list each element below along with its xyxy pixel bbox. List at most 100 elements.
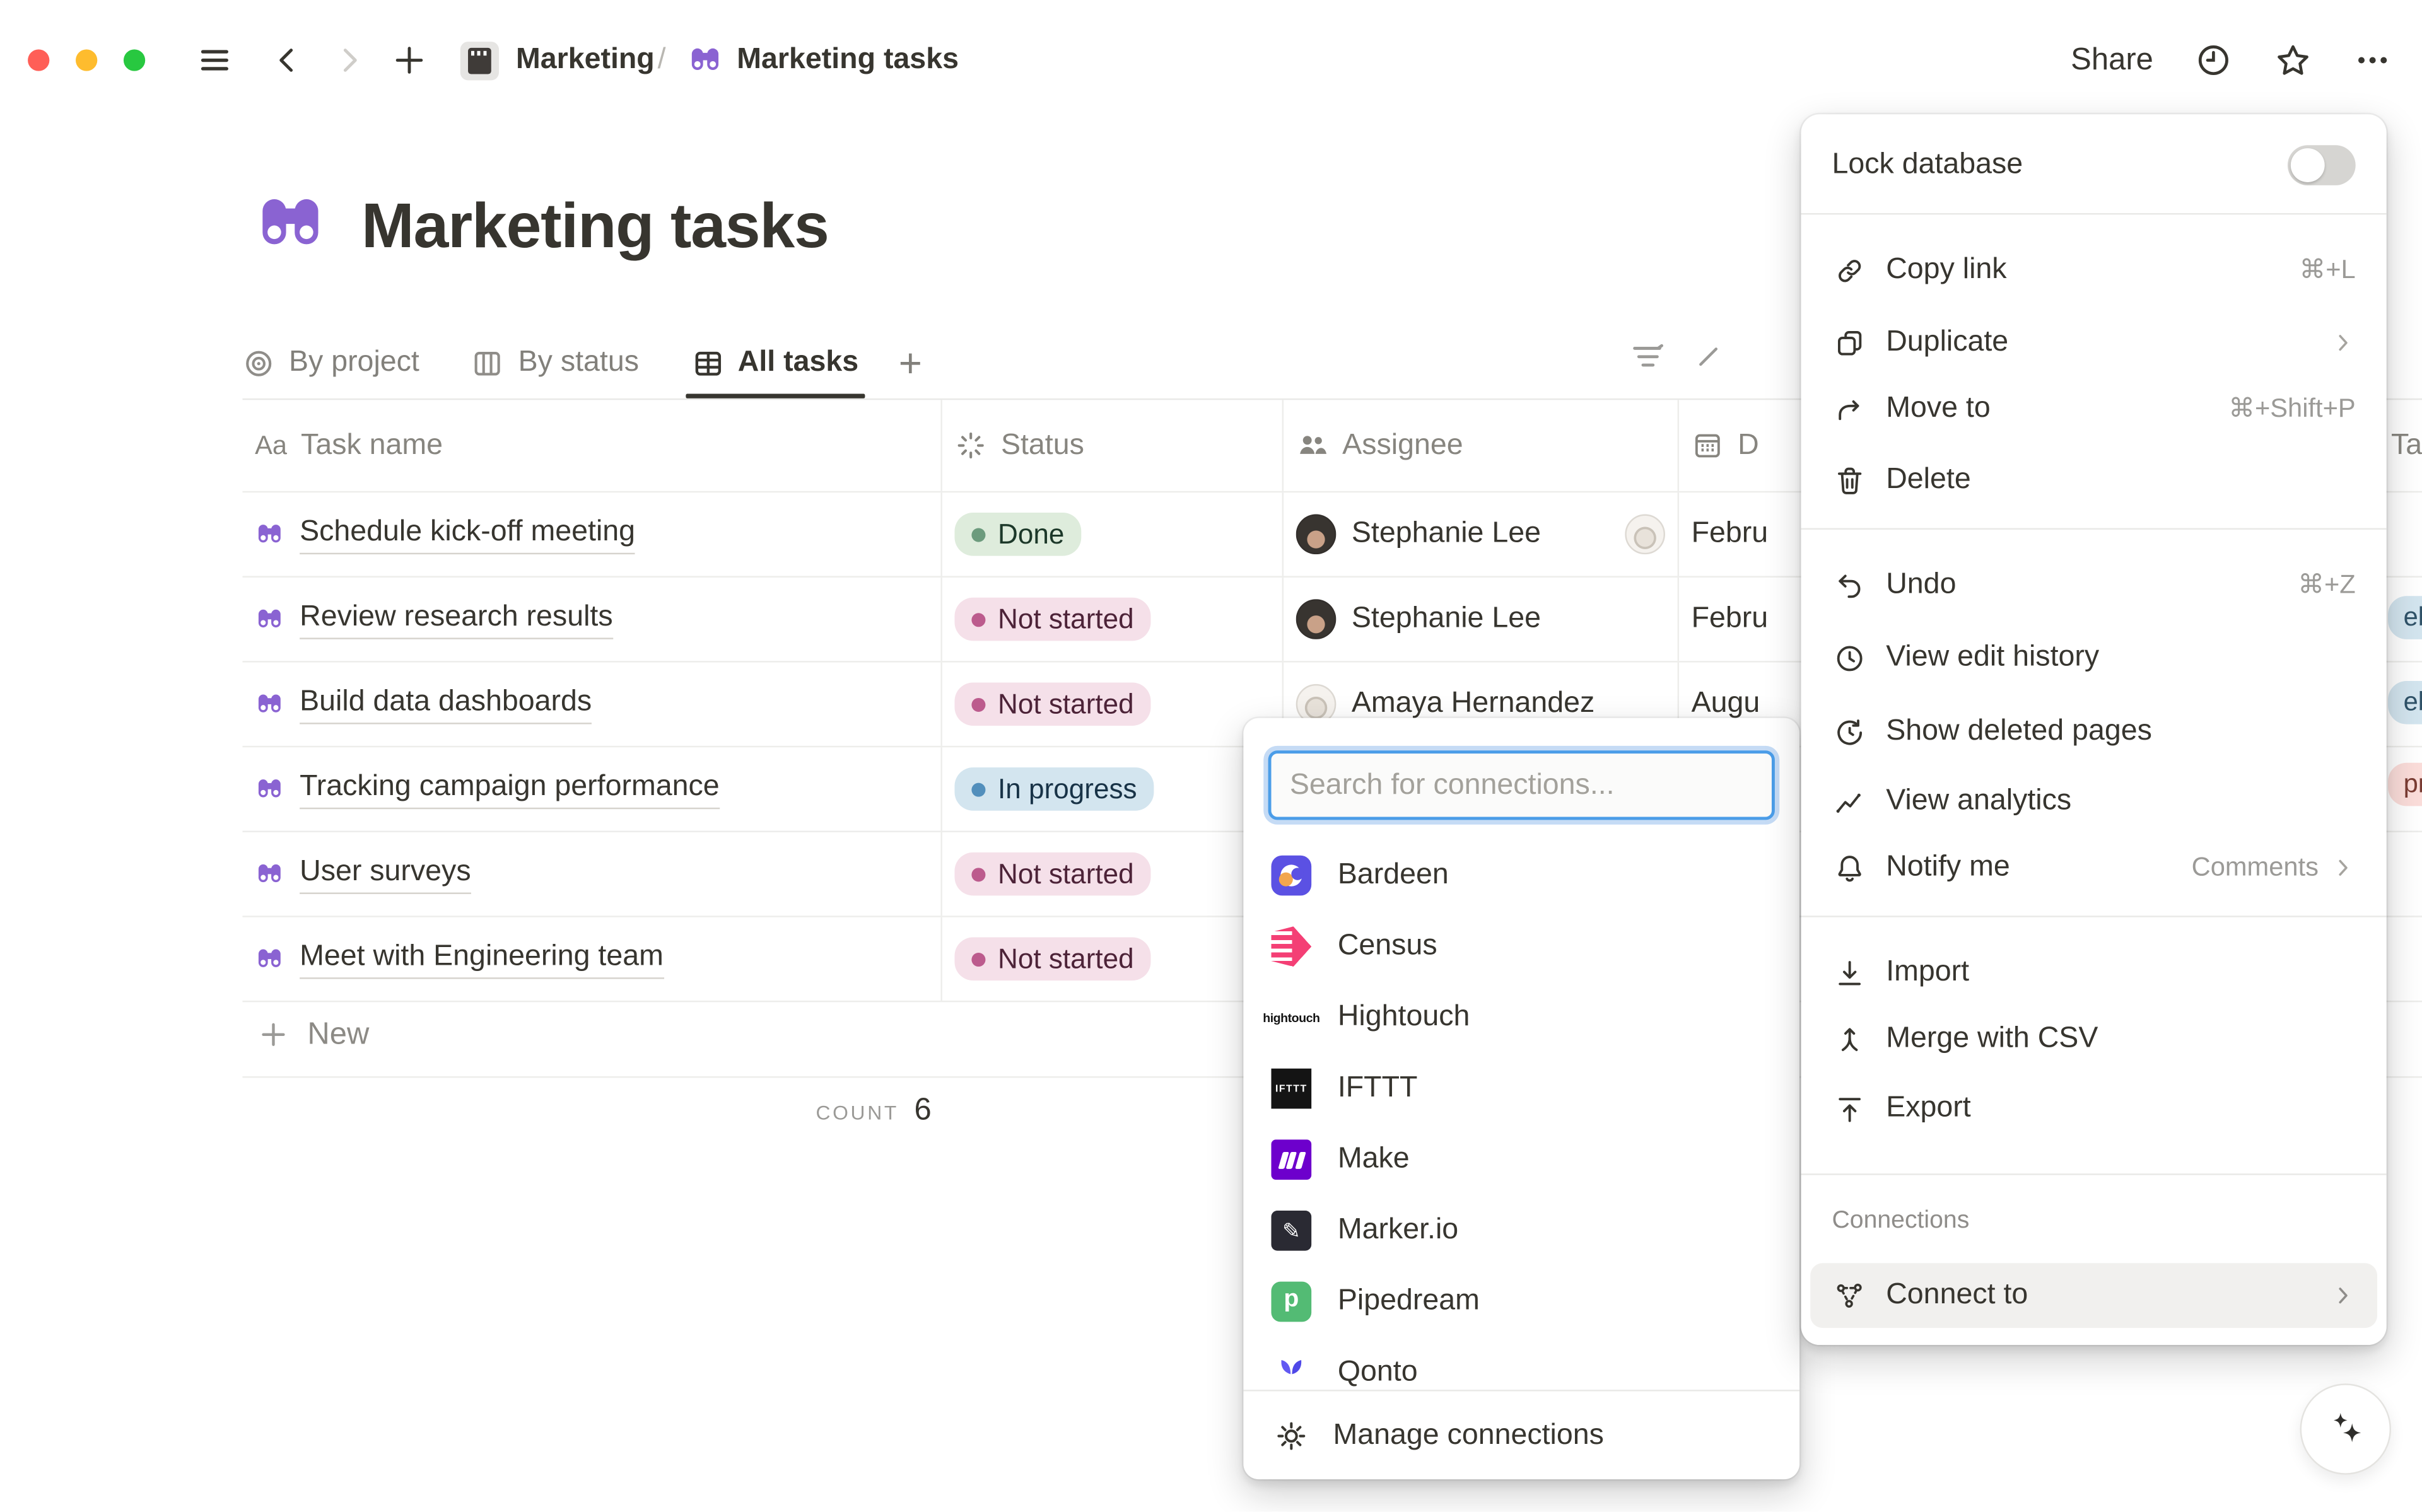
workspace-icon[interactable] xyxy=(460,41,499,79)
more-options-icon[interactable] xyxy=(2354,42,2391,79)
row-binoculars-icon xyxy=(255,605,284,634)
tag-pill-clipped: pr xyxy=(2388,763,2422,806)
status-cell[interactable]: Not started xyxy=(942,917,1284,1001)
filter-sort-icon[interactable] xyxy=(1630,340,1670,374)
task-cell[interactable]: User surveys xyxy=(242,832,942,916)
forward-icon[interactable] xyxy=(334,45,365,76)
tab-all-tasks[interactable]: All tasks xyxy=(691,327,858,398)
count-row[interactable]: COUNT 6 xyxy=(242,1093,931,1129)
connection-item-census[interactable]: Census xyxy=(1243,911,1799,982)
status-cell[interactable]: Done xyxy=(942,492,1284,576)
sidebar-menu-icon[interactable] xyxy=(197,44,231,78)
menu-item-lock-database[interactable]: Lock database xyxy=(1810,130,2377,201)
task-cell[interactable]: Tracking campaign performance xyxy=(242,747,942,830)
menu-divider xyxy=(1801,528,2387,530)
connection-item-bardeen[interactable]: Bardeen xyxy=(1243,840,1799,911)
make-logo-icon xyxy=(1272,1139,1312,1180)
connections-list: Bardeen Census hightouch Hightouch IFTTT… xyxy=(1243,840,1799,1390)
menu-section-connections: Connections xyxy=(1832,1207,1969,1235)
task-cell[interactable]: Meet with Engineering team xyxy=(242,917,942,1001)
titlebar: Marketing / Marketing tasks Share xyxy=(0,0,2422,120)
restore-clock-icon xyxy=(1832,715,1866,749)
database-options-menu: Lock database Copy link ⌘+L Duplicate Mo… xyxy=(1801,114,2387,1345)
status-cell[interactable]: In progress xyxy=(942,747,1284,830)
menu-item-copy-link[interactable]: Copy link ⌘+L xyxy=(1810,238,2377,303)
status-badge: Not started xyxy=(954,852,1150,896)
avatar-secondary xyxy=(1625,515,1665,555)
connection-item-marker-io[interactable]: ✎ Marker.io xyxy=(1243,1195,1799,1267)
menu-item-delete[interactable]: Delete xyxy=(1810,448,2377,513)
marker-io-logo-icon: ✎ xyxy=(1272,1211,1312,1251)
census-logo-icon xyxy=(1272,926,1312,967)
column-header-assignee[interactable]: Assignee xyxy=(1284,400,1679,491)
connection-item-pipedream[interactable]: p Pipedream xyxy=(1243,1266,1799,1337)
link-icon xyxy=(1832,253,1866,288)
menu-item-connect-to[interactable]: Connect to xyxy=(1810,1263,2377,1328)
status-cell[interactable]: Not started xyxy=(942,578,1284,661)
row-binoculars-icon xyxy=(255,945,284,974)
menu-item-merge-with-csv[interactable]: Merge with CSV xyxy=(1810,1007,2377,1072)
connections-search-input[interactable] xyxy=(1268,750,1775,820)
menu-item-undo[interactable]: Undo ⌘+Z xyxy=(1810,553,2377,618)
chevron-right-icon xyxy=(2331,1283,2356,1308)
updates-clock-icon[interactable] xyxy=(2195,42,2232,79)
tab-by-project[interactable]: By project xyxy=(242,327,419,398)
column-header-tags-clipped: Ta xyxy=(2391,429,2422,463)
task-cell[interactable]: Schedule kick-off meeting xyxy=(242,492,942,576)
row-binoculars-icon xyxy=(255,859,284,889)
history-clock-icon xyxy=(1832,641,1866,675)
count-value: 6 xyxy=(914,1093,931,1129)
import-icon xyxy=(1832,956,1866,990)
task-cell[interactable]: Build data dashboards xyxy=(242,663,942,746)
menu-item-move-to[interactable]: Move to ⌘+Shift+P xyxy=(1810,377,2377,442)
menu-item-view-edit-history[interactable]: View edit history xyxy=(1810,625,2377,690)
status-badge: Not started xyxy=(954,938,1150,981)
breadcrumb-workspace[interactable]: Marketing xyxy=(516,44,655,78)
tab-by-status[interactable]: By status xyxy=(472,327,639,398)
menu-item-duplicate[interactable]: Duplicate xyxy=(1810,310,2377,375)
status-cell[interactable]: Not started xyxy=(942,832,1284,916)
pipedream-logo-icon: p xyxy=(1272,1282,1312,1322)
traffic-light-close[interactable] xyxy=(28,49,49,71)
share-button[interactable]: Share xyxy=(2071,42,2153,78)
row-binoculars-icon xyxy=(255,689,284,719)
new-page-icon[interactable] xyxy=(392,44,426,78)
avatar xyxy=(1296,515,1337,555)
menu-item-import[interactable]: Import xyxy=(1810,940,2377,1005)
expand-icon-clipped[interactable] xyxy=(1697,346,1719,368)
connection-item-make[interactable]: Make xyxy=(1243,1124,1799,1195)
lock-toggle-off[interactable] xyxy=(2288,145,2356,185)
add-view-icon[interactable]: + xyxy=(899,343,922,383)
favorite-star-icon[interactable] xyxy=(2274,41,2312,79)
page-binoculars-icon[interactable] xyxy=(254,189,328,263)
connection-item-hightouch[interactable]: hightouch Hightouch xyxy=(1243,982,1799,1054)
column-header-task-name[interactable]: Aa Task name xyxy=(242,400,942,491)
chevron-right-icon xyxy=(2331,856,2356,880)
menu-item-export[interactable]: Export xyxy=(1810,1076,2377,1141)
ifttt-logo-icon: IFTTT xyxy=(1272,1069,1312,1109)
back-icon[interactable] xyxy=(272,45,303,76)
status-burst-icon xyxy=(954,429,986,462)
tab-label: By status xyxy=(518,346,639,380)
connections-popup: Bardeen Census hightouch Hightouch IFTTT… xyxy=(1243,718,1799,1479)
manage-connections-button[interactable]: Manage connections xyxy=(1243,1392,1799,1480)
gear-icon xyxy=(1274,1418,1308,1452)
menu-item-notify-me[interactable]: Notify me Comments xyxy=(1810,835,2377,900)
connection-item-ifttt[interactable]: IFTTT IFTTT xyxy=(1243,1053,1799,1124)
ai-assistant-button[interactable] xyxy=(2300,1383,2391,1474)
breadcrumb-page[interactable]: Marketing tasks xyxy=(737,44,959,78)
status-cell[interactable]: Not started xyxy=(942,663,1284,746)
traffic-light-minimize[interactable] xyxy=(76,49,97,71)
tab-label: By project xyxy=(289,346,419,380)
duplicate-icon xyxy=(1832,326,1866,360)
export-icon xyxy=(1832,1091,1866,1125)
menu-item-view-analytics[interactable]: View analytics xyxy=(1810,769,2377,834)
assignee-cell[interactable]: Stephanie Lee xyxy=(1284,492,1679,576)
assignee-cell[interactable]: Stephanie Lee xyxy=(1284,578,1679,661)
people-icon xyxy=(1296,429,1328,462)
column-header-status[interactable]: Status xyxy=(942,400,1284,491)
traffic-light-zoom[interactable] xyxy=(124,49,145,71)
task-cell[interactable]: Review research results xyxy=(242,578,942,661)
connection-item-qonto[interactable]: Qonto xyxy=(1243,1337,1799,1390)
menu-item-show-deleted-pages[interactable]: Show deleted pages xyxy=(1810,699,2377,764)
